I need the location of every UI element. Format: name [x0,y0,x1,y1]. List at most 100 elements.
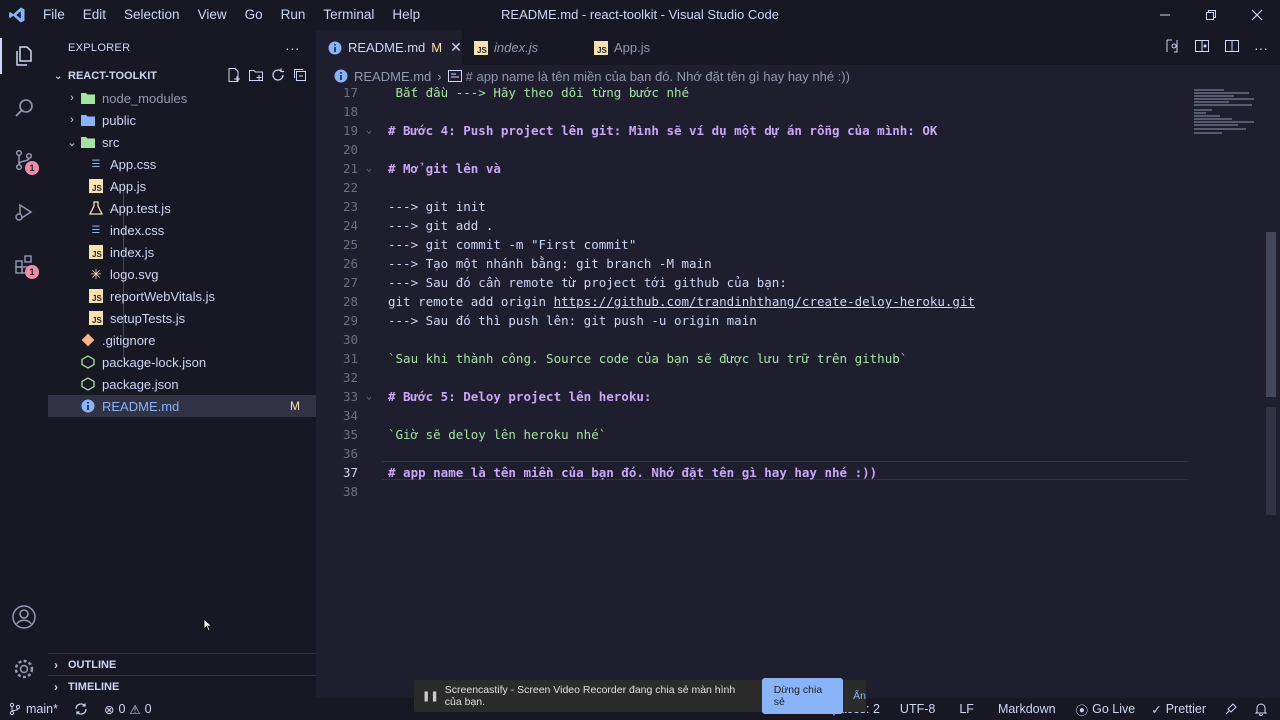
breadcrumb-file[interactable]: README.md [354,69,431,84]
eol-status[interactable]: LF [947,698,986,720]
hide-button[interactable]: Ẩn [853,690,866,702]
code-line[interactable]: 30 [316,330,1196,349]
line-number: 24 [342,218,358,233]
more-actions-icon[interactable]: ··· [285,40,300,56]
stop-sharing-button[interactable]: Dừng chia sẻ [761,678,844,714]
tree-item-public[interactable]: › public [48,109,316,131]
explorer-icon[interactable] [0,30,48,82]
tree-item-gitignore[interactable]: .gitignore [48,329,316,351]
live-share-icon[interactable] [1214,698,1248,720]
tree-item-app-test-js[interactable]: App.test.js [48,197,316,219]
code-line[interactable]: 36 [316,444,1196,463]
code-line[interactable]: 32 [316,368,1196,387]
manage-gear-icon[interactable] [0,644,48,694]
editor-area[interactable]: 17 Bắt đầu ---> Hãy theo dõi từng bước n… [316,87,1280,698]
close-icon[interactable]: ✕ [450,39,462,56]
tree-item-label: index.js [110,244,155,260]
code-line[interactable]: 31 `Sau khi thành công. Source code của b… [316,349,1196,368]
accounts-icon[interactable] [0,592,48,642]
code-line[interactable]: 17 Bắt đầu ---> Hãy theo dõi từng bước n… [316,87,1196,102]
vertical-scrollbar-track[interactable] [1266,407,1276,515]
more-actions-icon[interactable]: ··· [1254,40,1268,56]
problems-status[interactable]: ⊗ 0 ⚠ 0 [96,698,160,720]
workspace-root[interactable]: ⌄ REACT-TOOLKIT [48,65,316,87]
collapse-all-icon[interactable] [292,67,308,86]
menu-file[interactable]: File [34,0,74,30]
run-debug-icon[interactable] [0,186,48,238]
markdown-heading: # Mở git lên và [388,161,501,176]
open-changes-icon[interactable] [1164,38,1180,57]
code-line[interactable]: 23 ---> git init [316,197,1196,216]
menu-run[interactable]: Run [272,0,315,30]
line-number: 22 [342,180,358,195]
code-line[interactable]: 26 ---> Tạo một nhánh bằng: git branch -M… [316,254,1196,273]
menu-go[interactable]: Go [236,0,272,30]
code-line[interactable]: 37 # app name là tên miền của bạn đó. Nhớ… [316,463,1196,482]
tree-item-package-lock[interactable]: package-lock.json [48,351,316,373]
code-line[interactable]: 35 `Giờ sẽ deloy lên heroku nhé` [316,425,1196,444]
menu-view[interactable]: View [189,0,236,30]
extensions-icon[interactable]: 1 [0,238,48,290]
branch-status[interactable]: main* [0,698,66,720]
new-file-icon[interactable] [226,67,242,86]
menu-help[interactable]: Help [383,0,429,30]
tab-app-js[interactable]: JS App.js [582,30,702,65]
line-number: 35 [342,427,358,442]
tab-index-js[interactable]: JS index.js [462,30,582,65]
tree-item-index-js[interactable]: JS index.js [48,241,316,263]
code-line[interactable]: 38 [316,482,1196,501]
code-line[interactable]: 21 ⌄ # Mở git lên và [316,159,1196,178]
tree-item-report-web-vitals[interactable]: JS reportWebVitals.js [48,285,316,307]
notifications-bell-icon[interactable] [1248,698,1280,720]
minimap[interactable] [1188,87,1268,147]
encoding-status[interactable]: UTF-8 [888,698,947,720]
source-control-icon[interactable]: 1 [0,134,48,186]
code-line[interactable]: 25 ---> git commit -m "First commit" [316,235,1196,254]
tree-item-readme[interactable]: README.md M [48,395,316,417]
fold-chevron-icon[interactable]: ⌄ [362,125,376,136]
code-line[interactable]: 20 [316,140,1196,159]
line-number: 33 [342,389,358,404]
fold-chevron-icon[interactable]: ⌄ [362,391,376,402]
minimize-icon[interactable] [1142,0,1188,30]
tree-item-package-json[interactable]: package.json [48,373,316,395]
tree-item-index-css[interactable]: ☰ index.css [48,219,316,241]
prettier-status[interactable]: ✓ Prettier [1143,698,1214,720]
tab-readme[interactable]: README.md M ✕ [316,30,462,65]
refresh-icon[interactable] [270,67,286,86]
code-line[interactable]: 33 ⌄ # Bước 5: Deloy project lên heroku: [316,387,1196,406]
menu-selection[interactable]: Selection [115,0,189,30]
menu-terminal[interactable]: Terminal [314,0,383,30]
tree-item-node-modules[interactable]: › node_modules [48,87,316,109]
restore-icon[interactable] [1188,0,1234,30]
tree-item-app-js[interactable]: JS App.js [48,175,316,197]
search-icon[interactable] [0,82,48,134]
menu-edit[interactable]: Edit [74,0,115,30]
code-line[interactable]: 24 ---> git add . [316,216,1196,235]
code-line[interactable]: 29 ---> Sau đó thì push lên: git push -u … [316,311,1196,330]
tree-item-app-css[interactable]: ☰ App.css [48,153,316,175]
new-folder-icon[interactable] [248,67,264,86]
language-status[interactable]: Markdown [986,698,1068,720]
split-editor-icon[interactable] [1224,38,1240,57]
timeline-section[interactable]: › TIMELINE [48,675,316,697]
tree-item-src[interactable]: ⌄ src [48,131,316,153]
code-line[interactable]: 27 ---> Sau đó cần remote từ project tới … [316,273,1196,292]
open-preview-icon[interactable] [1194,38,1210,57]
vertical-scrollbar-thumb[interactable] [1266,232,1276,397]
code-line[interactable]: 34 [316,406,1196,425]
go-live-button[interactable]: ⦿ Go Live [1068,698,1144,720]
breadcrumb-symbol[interactable]: # app name là tên miền của bạn đó. Nhớ đ… [466,69,850,84]
outline-section[interactable]: › OUTLINE [48,653,316,675]
code-line[interactable]: 19 ⌄ # Bước 4: Push project lên git: Mình … [316,121,1196,140]
sync-icon[interactable] [66,698,96,720]
close-window-icon[interactable] [1234,0,1280,30]
code-line[interactable]: 22 [316,178,1196,197]
fold-chevron-icon[interactable]: ⌄ [362,163,376,174]
code-link[interactable]: https://github.com/trandinhthang/create-… [554,294,975,309]
tree-item-logo-svg[interactable]: ✳ logo.svg [48,263,316,285]
css-icon: ☰ [91,158,101,170]
code-line[interactable]: 28 git remote add origin https://github.c… [316,292,1196,311]
tree-item-setup-tests[interactable]: JS setupTests.js [48,307,316,329]
code-line[interactable]: 18 [316,102,1196,121]
